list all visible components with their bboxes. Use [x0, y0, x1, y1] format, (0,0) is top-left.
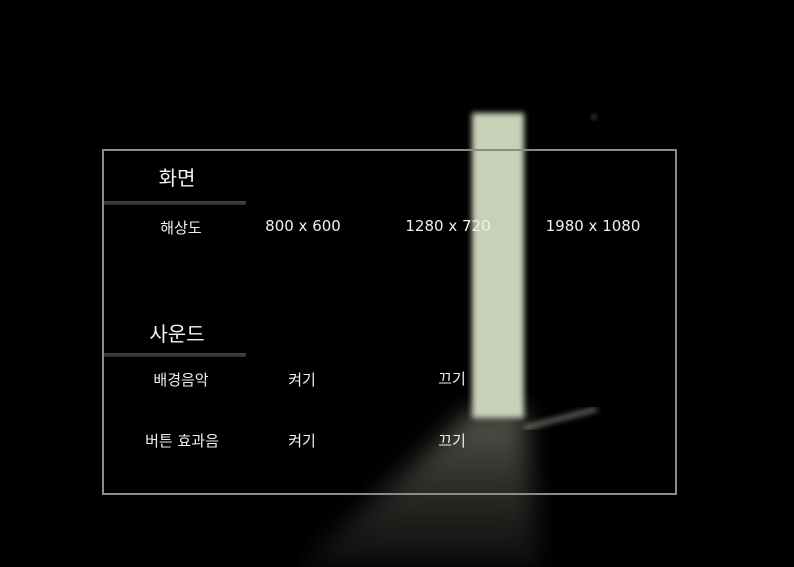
bgm-on-option[interactable]: 켜기 — [237, 369, 367, 390]
sfx-off-option[interactable]: 끄기 — [387, 430, 517, 451]
sound-section-title: 사운드 — [149, 322, 205, 346]
resolution-label: 해상도 — [160, 219, 202, 237]
sfx-on-option[interactable]: 켜기 — [237, 430, 367, 451]
sfx-label: 버튼 효과음 — [145, 432, 219, 450]
sound-section-divider — [104, 353, 246, 357]
resolution-1980x1080-option[interactable]: 1980 x 1080 — [528, 217, 658, 235]
settings-panel: 화면 해상도 800 x 600 1280 x 720 1980 x 1080 … — [102, 149, 677, 495]
screen-section-title: 화면 — [158, 166, 196, 190]
distant-light-speck — [591, 114, 597, 120]
resolution-800x600-option[interactable]: 800 x 600 — [238, 217, 368, 235]
bgm-off-option[interactable]: 끄기 — [387, 368, 517, 389]
bgm-label: 배경음악 — [153, 371, 209, 389]
screen-section-divider — [104, 201, 246, 205]
resolution-1280x720-option[interactable]: 1280 x 720 — [383, 217, 513, 235]
